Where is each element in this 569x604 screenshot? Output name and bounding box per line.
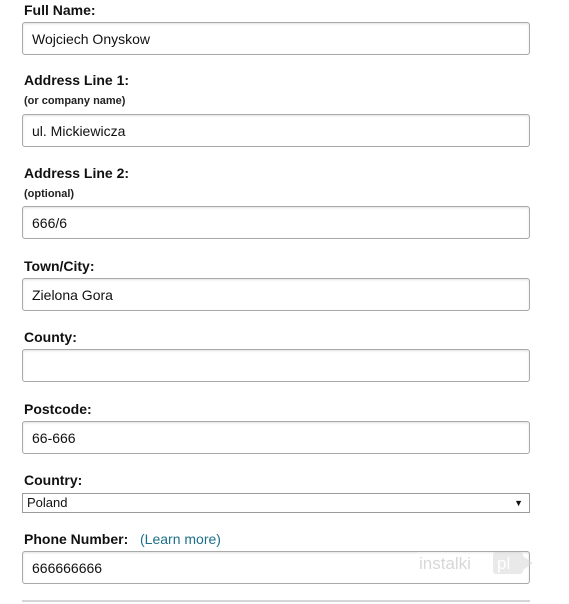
phone-number-label: Phone Number:	[24, 531, 129, 547]
chevron-down-icon: ▼	[514, 498, 523, 508]
address-line-1-hint: (or company name)	[24, 95, 126, 107]
town-city-input[interactable]	[22, 278, 530, 311]
address-line-2-hint: (optional)	[24, 188, 75, 200]
divider	[22, 600, 530, 602]
postcode-label: Postcode:	[24, 401, 92, 417]
address-line-1-label: Address Line 1:	[24, 72, 130, 88]
address-line-1-input[interactable]	[22, 114, 530, 147]
instalki-watermark-logo: instalki pl	[417, 552, 533, 574]
country-label: Country:	[24, 472, 83, 488]
country-selected-value: Poland	[27, 495, 68, 510]
address-line-2-input[interactable]	[22, 206, 530, 239]
town-city-label: Town/City:	[24, 258, 95, 274]
learn-more-group: (Learn more)	[140, 531, 221, 547]
learn-more-link[interactable]: Learn more	[145, 531, 217, 547]
county-label: County:	[24, 329, 77, 345]
full-name-input[interactable]	[22, 22, 530, 55]
watermark-text-suffix: pl	[497, 554, 510, 573]
learn-more-close-paren: )	[216, 531, 221, 547]
county-input[interactable]	[22, 349, 530, 382]
country-select[interactable]: Poland ▼	[22, 493, 530, 513]
address-line-2-label: Address Line 2:	[24, 165, 130, 181]
shipping-address-form: Full Name: Address Line 1: (or company n…	[0, 0, 569, 604]
postcode-input[interactable]	[22, 421, 530, 454]
watermark-text-main: instalki	[419, 554, 471, 573]
full-name-label: Full Name:	[24, 2, 96, 18]
